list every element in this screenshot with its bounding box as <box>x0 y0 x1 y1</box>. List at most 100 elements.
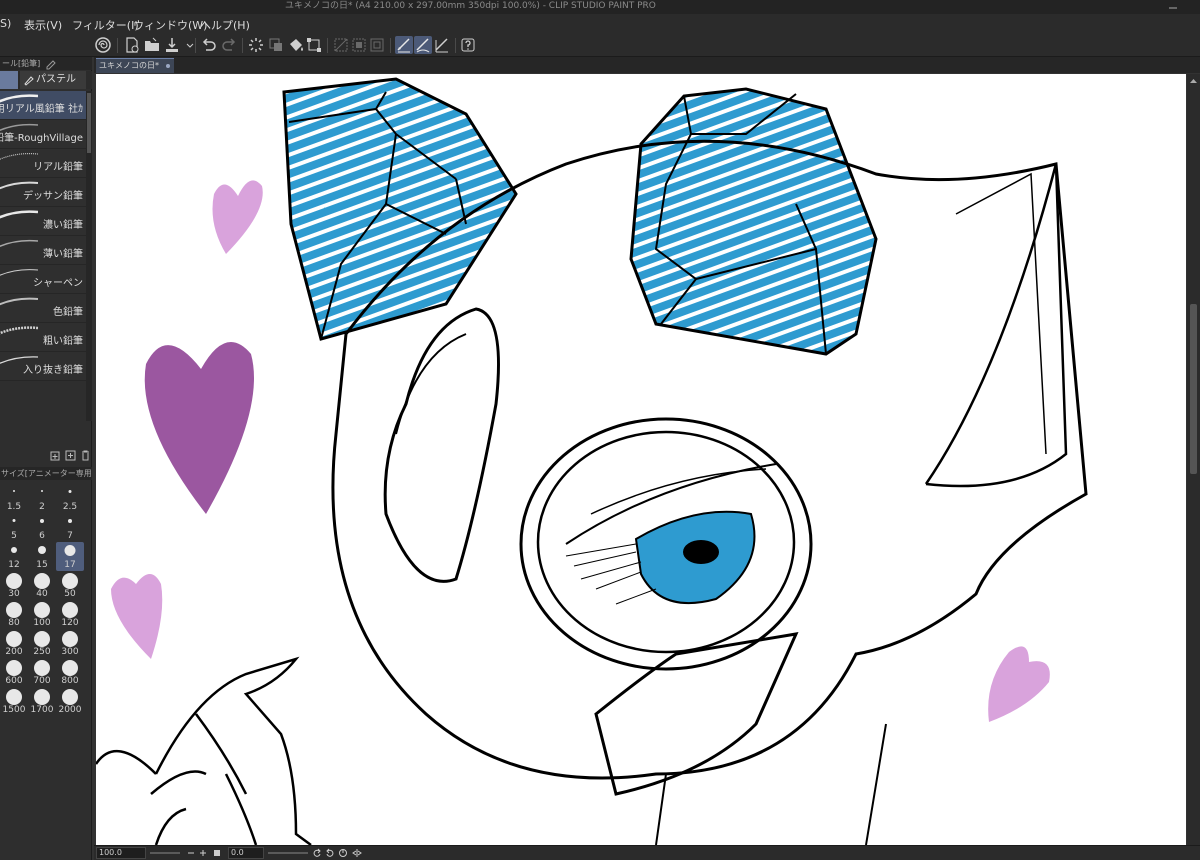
selection-border-icon[interactable] <box>368 36 386 54</box>
brush-size-option[interactable]: 800 <box>56 658 84 687</box>
rotation-slider[interactable] <box>268 852 308 854</box>
brush-item[interactable]: シャーペン <box>0 265 86 294</box>
fit-screen-icon[interactable] <box>212 848 222 858</box>
add-subtool-icon[interactable] <box>65 449 76 461</box>
menu-item-help[interactable]: ヘルプ(H) <box>200 17 250 33</box>
brush-size-option[interactable]: 5 <box>0 513 28 542</box>
new-file-icon[interactable] <box>123 36 141 54</box>
scrollbar-thumb[interactable] <box>87 93 91 153</box>
clip-studio-icon[interactable] <box>94 36 112 54</box>
canvas-vertical-scrollbar[interactable] <box>1187 74 1200 845</box>
brush-item[interactable]: 鉛筆-RoughVillage <box>0 120 86 149</box>
brush-size-option[interactable]: 700 <box>28 658 56 687</box>
brush-stroke-preview <box>0 326 38 335</box>
brush-size-option[interactable]: 2.5 <box>56 484 84 513</box>
invert-selection-icon[interactable] <box>350 36 368 54</box>
brush-label: 入り抜き鉛筆 <box>23 365 83 376</box>
brush-size-option[interactable]: 250 <box>28 629 56 658</box>
brush-size-value: 100 <box>33 618 51 628</box>
pupil <box>683 540 719 564</box>
fill-bucket-icon[interactable] <box>287 36 305 54</box>
brush-item[interactable]: 入り抜き鉛筆 <box>0 352 86 381</box>
brush-size-option[interactable]: 50 <box>56 571 84 600</box>
minimize-icon[interactable] <box>1168 2 1178 11</box>
menu-item-view[interactable]: 表示(V) <box>24 17 62 33</box>
brush-size-option[interactable]: 600 <box>0 658 28 687</box>
drawing-canvas[interactable] <box>96 74 1186 845</box>
save-icon[interactable] <box>163 36 181 54</box>
zoom-slider[interactable] <box>150 852 180 854</box>
brush-size-option[interactable]: 2000 <box>56 687 84 716</box>
help-icon[interactable] <box>459 36 477 54</box>
rotation-field[interactable]: 0.0 <box>228 847 264 859</box>
brush-stroke-preview <box>0 239 38 247</box>
command-bar <box>0 35 1200 57</box>
brush-size-option[interactable]: 200 <box>0 629 28 658</box>
brush-size-panel-header[interactable]: サイズ[アニメーター専用リアル <box>0 467 92 480</box>
brush-item[interactable]: デッサン鉛筆 <box>0 178 86 207</box>
zoom-out-icon[interactable] <box>186 848 196 858</box>
brush-size-option[interactable]: 80 <box>0 600 28 629</box>
brush-size-option[interactable]: 30 <box>0 571 28 600</box>
rotate-left-icon[interactable] <box>312 848 322 858</box>
loading-spinner-icon[interactable] <box>247 36 265 54</box>
deselect-icon[interactable] <box>332 36 350 54</box>
brush-size-option[interactable]: 40 <box>28 571 56 600</box>
brush-item[interactable]: 薄い鉛筆 <box>0 236 86 265</box>
brush-size-option[interactable]: 1.5 <box>0 484 28 513</box>
scroll-up-icon[interactable] <box>1189 76 1198 85</box>
brush-size-value: 6 <box>39 531 45 541</box>
brush-size-option-selected[interactable]: 17 <box>56 542 84 571</box>
sub-tool-panel-tab[interactable]: ール[鉛筆] <box>0 57 92 70</box>
brush-size-value: 2000 <box>58 705 82 715</box>
hand-outline <box>150 656 312 845</box>
brush-item[interactable]: 用リアル風鉛筆 社ｶ <box>0 91 86 120</box>
snap-to-grid-icon[interactable] <box>433 36 451 54</box>
brush-size-option[interactable]: 1700 <box>28 687 56 716</box>
delete-subtool-icon[interactable] <box>80 449 91 461</box>
brush-size-option[interactable]: 15 <box>28 542 56 571</box>
brush-size-value: 120 <box>61 618 79 628</box>
menu-item-window[interactable]: ウィンドウ(W) <box>133 17 207 33</box>
brush-size-option[interactable]: 120 <box>56 600 84 629</box>
open-folder-icon[interactable] <box>143 36 161 54</box>
menu-bar: S) 表示(V) フィルター(I) ウィンドウ(W) ヘルプ(H) <box>0 14 1200 35</box>
snap-to-special-ruler-icon[interactable] <box>414 36 432 54</box>
brush-size-option[interactable]: 2 <box>28 484 56 513</box>
brush-size-value: 1500 <box>2 705 26 715</box>
pencil-tab-icon[interactable] <box>44 57 58 70</box>
rotate-right-icon[interactable] <box>325 848 335 858</box>
document-tab[interactable]: ユキメノコの日* <box>96 58 174 73</box>
menu-item-s[interactable]: S) <box>0 17 11 30</box>
brush-item[interactable]: 粗い鉛筆 <box>0 323 86 352</box>
snap-to-ruler-icon[interactable] <box>395 36 413 54</box>
brush-item[interactable]: 色鉛筆 <box>0 294 86 323</box>
menu-item-filter[interactable]: フィルター(I) <box>72 17 139 33</box>
brush-item[interactable]: リアル鉛筆 <box>0 149 86 178</box>
copy-subtool-icon[interactable] <box>50 449 61 461</box>
sub-tool-group-tabs: パステル <box>0 71 92 89</box>
chevron-down-icon[interactable] <box>181 36 194 54</box>
undo-icon[interactable] <box>200 36 218 54</box>
brush-size-option[interactable]: 12 <box>0 542 28 571</box>
zoom-in-icon[interactable] <box>198 848 208 858</box>
sub-tool-group-pastel[interactable]: パステル <box>20 71 86 89</box>
brush-size-option[interactable]: 300 <box>56 629 84 658</box>
sub-tool-group-pencil[interactable] <box>0 71 18 89</box>
brush-size-option[interactable]: 100 <box>28 600 56 629</box>
brush-size-option[interactable]: 7 <box>56 513 84 542</box>
brush-size-value: 1700 <box>30 705 54 715</box>
brush-size-value: 7 <box>67 531 73 541</box>
clear-layer-icon[interactable] <box>267 36 285 54</box>
transform-icon[interactable] <box>305 36 323 54</box>
flip-horizontal-icon[interactable] <box>352 848 362 858</box>
zoom-field[interactable]: 100.0 <box>96 847 146 859</box>
reset-rotation-icon[interactable] <box>338 848 348 858</box>
redo-icon[interactable] <box>220 36 238 54</box>
scrollbar-thumb[interactable] <box>1190 304 1197 474</box>
brush-list-scrollbar[interactable] <box>86 91 92 421</box>
brush-item[interactable]: 濃い鉛筆 <box>0 207 86 236</box>
brush-size-value: 17 <box>64 560 76 570</box>
brush-size-option[interactable]: 1500 <box>0 687 28 716</box>
brush-size-option[interactable]: 6 <box>28 513 56 542</box>
